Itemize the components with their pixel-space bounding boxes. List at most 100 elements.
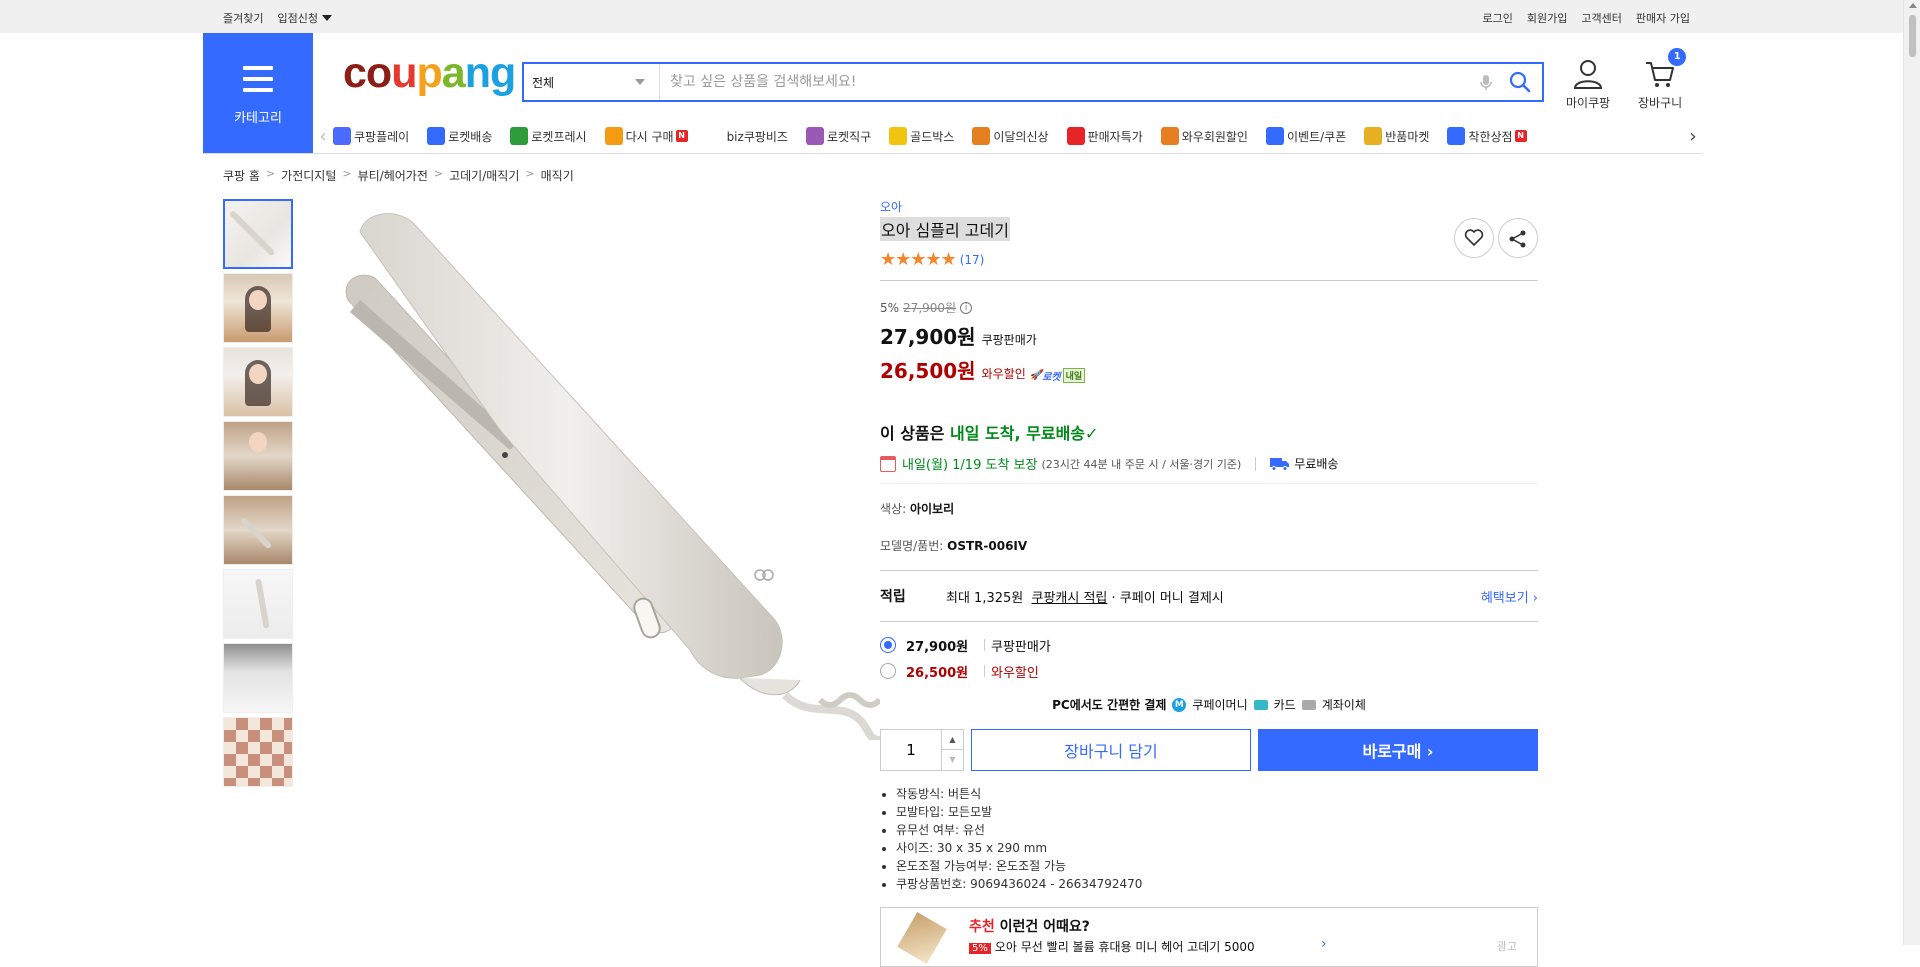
thumbnail[interactable] (223, 643, 293, 713)
recommendation-card[interactable]: 추천 이런건 어때요? 5% 오아 무선 빨리 볼륨 휴대용 미니 헤어 고데기 … (880, 907, 1538, 967)
brand-link[interactable]: 오아 (880, 198, 1538, 215)
recommendation-image (897, 912, 947, 964)
service-nav-item[interactable]: 이벤트/쿠폰 (1265, 127, 1346, 145)
signup-link[interactable]: 회원가입 (1527, 10, 1567, 26)
thumbnail[interactable] (223, 717, 293, 787)
pay-method: 계좌이체 (1321, 698, 1366, 712)
search-scope-value: 전체 (532, 76, 555, 90)
thumbnail[interactable] (223, 421, 293, 491)
service-nav-item[interactable]: 로켓배송 (427, 127, 492, 145)
thumbnail[interactable] (223, 347, 293, 417)
breadcrumb: 쿠팡 홈 > 가전디지털 > 뷰티/헤어가전 > 고데기/매직기 > 매직기 (223, 167, 574, 184)
buy-now-button[interactable]: 바로구매 › (1258, 729, 1538, 771)
logo-letter: a (441, 49, 466, 97)
logo-letter: o (365, 49, 392, 97)
rocket-label: 로켓 (1042, 372, 1061, 383)
service-nav-label: 착한상점 (1468, 129, 1513, 144)
spec-list: 작동방식: 버튼식 모발타입: 모든모발 유무선 여부: 유선 사이즈: 30 … (896, 785, 1538, 893)
search-icon[interactable] (1508, 70, 1532, 94)
quantity-decrease-icon[interactable]: ▼ (941, 750, 963, 770)
breadcrumb-item[interactable]: 매직기 (541, 167, 574, 184)
search-input[interactable] (670, 70, 1470, 94)
thumbnail[interactable] (223, 569, 293, 639)
search-scope-select[interactable]: 전체 (524, 64, 660, 100)
login-link[interactable]: 로그인 (1483, 10, 1513, 26)
spec-item: 쿠팡상품번호: 9069436024 - 26634792470 (896, 875, 1538, 893)
logo-letter: g (489, 49, 516, 97)
coupang-cash-link[interactable]: 쿠팡캐시 적립 (1032, 587, 1108, 606)
radio-unselected[interactable] (880, 663, 896, 679)
page-scrollbar[interactable] (1903, 0, 1920, 945)
quantity-increase-icon[interactable]: ▲ (941, 730, 963, 750)
spec-item: 모발타입: 모든모발 (896, 803, 1538, 821)
service-nav-item[interactable]: 와우회원할인 (1160, 127, 1248, 145)
favorites-link[interactable]: 즐겨찾기 (223, 10, 263, 26)
easy-pay-text: PC에서도 간편한 결제 (1052, 698, 1167, 712)
service-nav-item[interactable]: 골드박스 (889, 127, 954, 145)
seller-signup-link[interactable]: 판매자 가입 (1636, 10, 1690, 26)
thumbnail[interactable] (223, 797, 293, 811)
user-icon (1574, 60, 1603, 89)
review-count[interactable]: (17) (960, 253, 985, 267)
service-nav-item[interactable]: 로켓직구 (805, 127, 872, 145)
arrival-highlight: 내일 도착, 무료배송 (950, 424, 1086, 443)
delivery-row: 내일(월) 1/19 도착 보장 (23시간 44분 내 주문 시 / 서울⋅경… (880, 454, 1538, 473)
service-nav-item[interactable]: 착한상점 N (1447, 127, 1527, 145)
thumbnail-list (223, 199, 293, 811)
rating[interactable]: ★★★★★ (17) (880, 249, 1538, 270)
mypage-button[interactable]: 마이쿠팡 (1566, 58, 1610, 111)
spec-item: 온도조절 가능여부: 온도조절 가능 (896, 857, 1538, 875)
price-option-wow[interactable]: 26,500원 와우할인 (880, 658, 1538, 684)
price-option-coupang[interactable]: 27,900원 쿠팡판매가 (880, 632, 1538, 658)
check-icon: ✓ (1085, 424, 1099, 443)
cart-button[interactable]: 장바구니 1 (1638, 48, 1687, 111)
quantity-input[interactable] (881, 730, 941, 770)
service-nav-item[interactable]: 다시 구매 N (604, 127, 688, 145)
service-nav-label: 로켓직구 (826, 129, 872, 144)
breadcrumb-item[interactable]: 쿠팡 홈 (223, 167, 260, 184)
service-nav-item[interactable]: 이달의신상 (972, 127, 1049, 145)
thumbnail[interactable] (223, 199, 293, 269)
scrollbar-thumb[interactable] (1908, 14, 1917, 58)
arrival-headline: 이 상품은 내일 도착, 무료배송✓ (880, 420, 1538, 444)
service-nav-item[interactable]: 반품마켓 (1364, 127, 1429, 145)
service-icon (1265, 127, 1284, 145)
service-icon (604, 127, 623, 145)
info-icon[interactable]: i (960, 301, 973, 314)
spec-item: 유무선 여부: 유선 (896, 821, 1538, 839)
breadcrumb-item[interactable]: 가전디지털 (281, 167, 336, 184)
thumbnail[interactable] (223, 495, 293, 565)
service-nav-item[interactable]: 판매자특가 (1066, 127, 1143, 145)
chevron-right-icon: > (265, 167, 276, 180)
model-value: OSTR-006IV (947, 539, 1028, 553)
add-to-cart-button[interactable]: 장바구니 담기 (971, 729, 1251, 771)
microphone-icon[interactable] (1476, 72, 1496, 92)
share-button[interactable] (1498, 218, 1538, 258)
quantity-stepper: ▲ ▼ (880, 729, 964, 771)
cart-label: 장바구니 (1638, 96, 1683, 110)
pay-method: 카드 (1273, 698, 1296, 712)
scroll-up-icon[interactable] (1909, 3, 1917, 8)
seller-apply-link[interactable]: 입점신청 (277, 10, 332, 26)
benefits-link[interactable]: 혜택보기 › (1481, 587, 1538, 606)
star-rating-icon: ★★★★★ (880, 249, 957, 270)
breadcrumb-item[interactable]: 고데기/매직기 (449, 167, 519, 184)
service-nav-item[interactable]: 로켓프레시 (510, 127, 587, 145)
service-nav-item[interactable]: biz쿠팡비즈 (705, 127, 788, 145)
nav-next-icon[interactable]: › (1683, 126, 1703, 147)
color-option: 색상: 아이보리 (880, 500, 1538, 517)
thumbnail[interactable] (223, 273, 293, 343)
wishlist-button[interactable] (1454, 218, 1494, 258)
category-button[interactable]: 카테고리 (203, 33, 313, 153)
service-nav-label: 와우회원할인 (1181, 129, 1248, 144)
breadcrumb-item[interactable]: 뷰티/헤어가전 (358, 167, 428, 184)
coupang-logo[interactable]: coupang (343, 49, 516, 97)
option-price: 26,500원 (906, 665, 969, 681)
nav-prev-icon[interactable]: ‹ (313, 126, 333, 147)
logo-letter: c (343, 49, 367, 97)
recommendation-item: 5% 오아 무선 빨리 볼륨 휴대용 미니 헤어 고데기 5000 (969, 938, 1255, 955)
chevron-right-icon[interactable]: › (1321, 936, 1327, 952)
radio-selected[interactable] (880, 637, 896, 653)
customer-center-link[interactable]: 고객센터 (1581, 10, 1621, 26)
service-nav-item[interactable]: 쿠팡플레이 (333, 127, 409, 145)
